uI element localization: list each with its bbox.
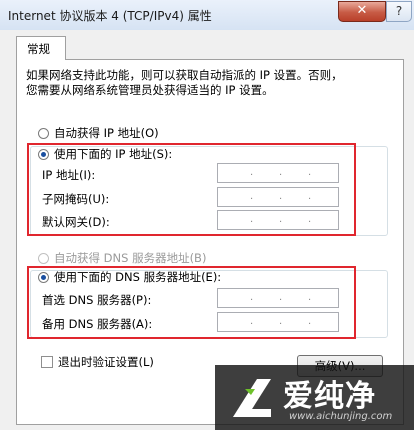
description-line-2: 您需要从网络系统管理员处获得适当的 IP 设置。 bbox=[26, 83, 274, 97]
auto-ip-radio[interactable] bbox=[38, 127, 49, 139]
validate-option[interactable]: 退出时验证设置(L) bbox=[41, 354, 154, 370]
dns-highlight-frame bbox=[27, 266, 356, 339]
validate-checkbox[interactable] bbox=[41, 356, 53, 368]
tab-general-label: 常规 bbox=[27, 42, 50, 56]
close-button[interactable]: ✕ bbox=[338, 1, 386, 22]
ip-highlight-frame bbox=[27, 143, 356, 236]
tab-general[interactable]: 常规 bbox=[16, 36, 66, 60]
window-title: Internet 协议版本 4 (TCP/IPv4) 属性 bbox=[8, 9, 212, 23]
description: 如果网络支持此功能，则可以获取自动指派的 IP 设置。否则， 您需要从网络系统管… bbox=[26, 68, 386, 98]
auto-ip-label: 自动获得 IP 地址(O) bbox=[54, 126, 159, 140]
description-line-1: 如果网络支持此功能，则可以获取自动指派的 IP 设置。否则， bbox=[26, 68, 343, 82]
auto-dns-option[interactable]: 自动获得 DNS 服务器地址(B) bbox=[38, 250, 206, 266]
watermark-brand: 爱纯净 bbox=[283, 379, 376, 414]
auto-dns-label: 自动获得 DNS 服务器地址(B) bbox=[54, 251, 207, 265]
watermark-logo-icon bbox=[233, 379, 271, 417]
watermark-url: www.aichunjing.com bbox=[289, 411, 393, 422]
auto-dns-radio[interactable] bbox=[38, 252, 49, 264]
help-button[interactable]: ? bbox=[386, 1, 412, 22]
watermark: 爱纯净 www.aichunjing.com bbox=[215, 365, 414, 430]
title-bar: Internet 协议版本 4 (TCP/IPv4) 属性 ✕ ? bbox=[0, 0, 414, 31]
validate-label: 退出时验证设置(L) bbox=[58, 355, 154, 369]
auto-ip-option[interactable]: 自动获得 IP 地址(O) bbox=[38, 125, 159, 141]
